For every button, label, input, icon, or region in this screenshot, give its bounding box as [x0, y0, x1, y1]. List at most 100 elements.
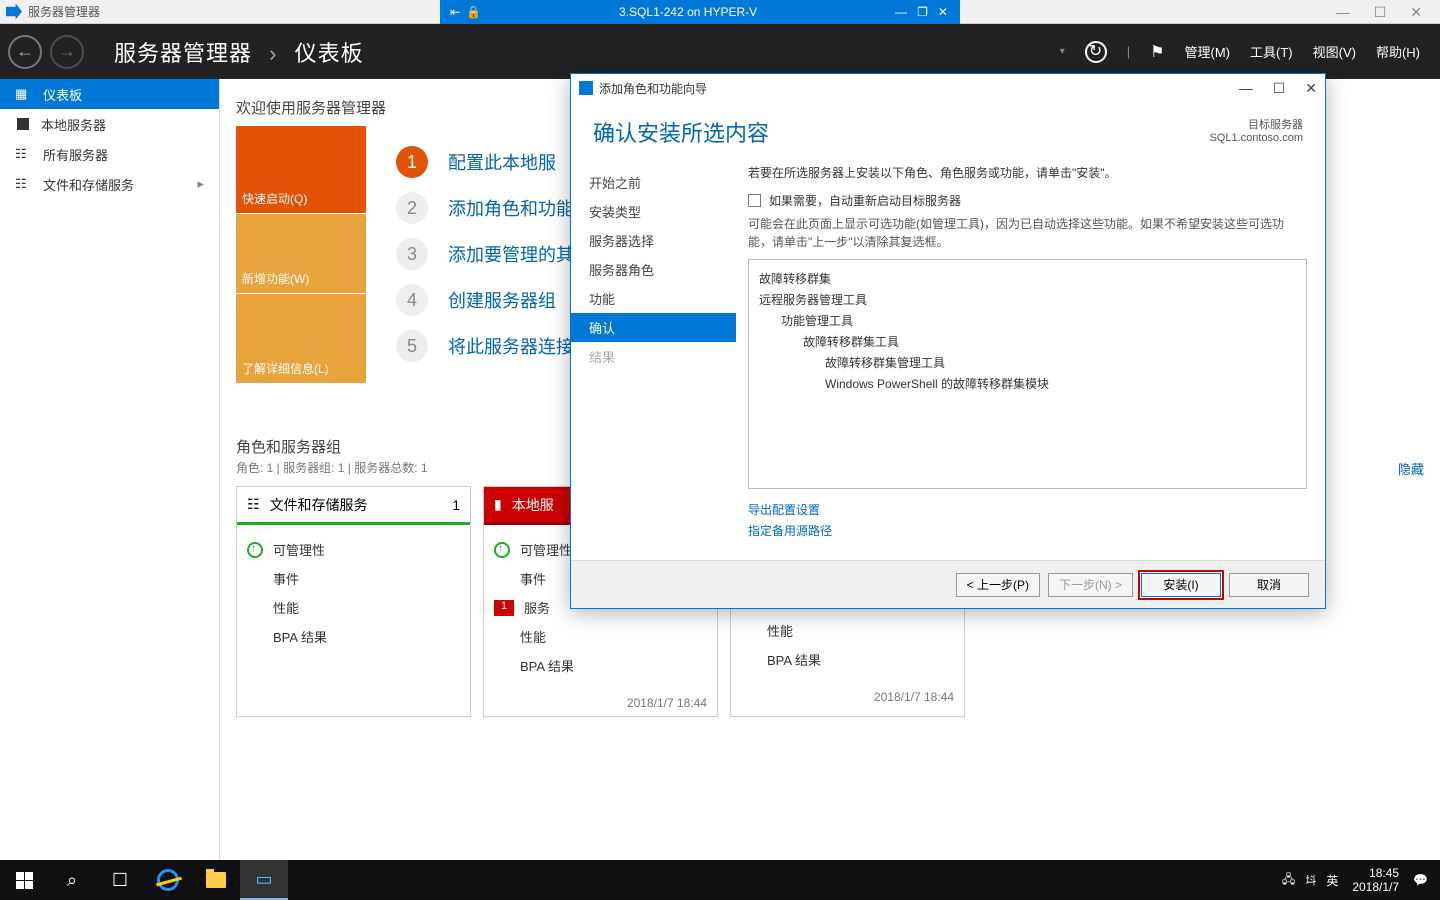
chevron-right-icon: ▸	[197, 176, 204, 192]
outer-window-controls: — ☐ ✕	[1318, 0, 1440, 24]
feature-item: 故障转移群集管理工具	[825, 352, 1296, 373]
restart-checkbox-row[interactable]: 如果需要，自动重新启动目标服务器	[748, 192, 1307, 209]
card-row-label[interactable]: 性能	[273, 598, 299, 617]
step-text: 添加角色和功能	[448, 195, 574, 221]
start-button[interactable]	[0, 860, 48, 900]
tile-label: 了解详细信息(L)	[242, 360, 329, 377]
card-row-label[interactable]: BPA 结果	[767, 650, 821, 669]
tile-learnmore[interactable]: 了解详细信息(L)	[236, 294, 366, 384]
header-menu: ▾ | ⚑ 管理(M) 工具(T) 视图(V) 帮助(H)	[1060, 41, 1440, 63]
wiz-nav-server[interactable]: 服务器选择	[571, 226, 736, 255]
wizard-icon	[579, 81, 593, 95]
tile-label: 新增功能(W)	[242, 270, 309, 287]
notifications-icon[interactable]: 💬	[1413, 873, 1428, 887]
sidebar-item-all-servers[interactable]: ☷所有服务器	[0, 139, 219, 169]
wizard-note: 可能会在此页面上显示可选功能(如管理工具)，因为已自动选择这些功能。如果不希望安…	[748, 215, 1307, 251]
card-row-label[interactable]: 可管理性	[520, 540, 572, 559]
wizard-close-icon[interactable]: ✕	[1305, 80, 1317, 97]
outer-close-icon[interactable]: ✕	[1410, 4, 1422, 21]
app-title: 服务器管理器	[28, 3, 100, 20]
ie-button[interactable]	[144, 860, 192, 900]
clock-time: 18:45	[1352, 866, 1399, 880]
network-icon[interactable]: 🖧	[1282, 870, 1295, 891]
wizard-titlebar[interactable]: 添加角色和功能向导 — ☐ ✕	[571, 74, 1325, 102]
sidebar-item-file-storage[interactable]: ☷ 文件和存储服务 ▸	[0, 169, 219, 199]
tile-whatsnew[interactable]: 新增功能(W)	[236, 214, 366, 294]
server-icon	[17, 118, 29, 130]
card-row-label[interactable]: 性能	[767, 621, 793, 640]
card-row-label[interactable]: 事件	[273, 569, 299, 588]
status-ok-icon	[494, 542, 510, 558]
error-badge: 1	[494, 600, 514, 616]
vm-title-bar[interactable]: ⇤🔒 3.SQL1-242 on HYPER-V — ❐ ✕	[440, 0, 960, 24]
feature-list[interactable]: 故障转移群集 远程服务器管理工具 功能管理工具 故障转移群集工具 故障转移群集管…	[748, 259, 1307, 489]
card-file-storage[interactable]: ☷文件和存储服务1 可管理性 事件 性能 BPA 结果	[236, 486, 471, 717]
search-icon: ⌕	[67, 870, 77, 891]
card-row-label[interactable]: BPA 结果	[273, 627, 327, 646]
dropdown-icon[interactable]: ▾	[1060, 46, 1065, 57]
explorer-button[interactable]	[192, 860, 240, 900]
alt-source-link[interactable]: 指定备用源路径	[748, 520, 1307, 541]
storage-icon: ☷	[15, 176, 31, 192]
menu-help[interactable]: 帮助(H)	[1376, 42, 1420, 61]
card-row-label[interactable]: BPA 结果	[520, 656, 574, 675]
tile-quickstart[interactable]: 快速启动(Q)	[236, 126, 366, 214]
wiz-nav-type[interactable]: 安装类型	[571, 197, 736, 226]
flag-icon[interactable]: ⚑	[1150, 42, 1164, 62]
menu-tools[interactable]: 工具(T)	[1250, 42, 1293, 61]
breadcrumb: 服务器管理器 › 仪表板	[114, 36, 364, 68]
ie-icon	[157, 869, 179, 891]
breadcrumb-root[interactable]: 服务器管理器	[114, 41, 252, 66]
export-settings-link[interactable]: 导出配置设置	[748, 499, 1307, 520]
outer-maximize-icon[interactable]: ☐	[1374, 4, 1387, 21]
sidebar-item-dashboard[interactable]: ▦仪表板	[0, 79, 219, 109]
feature-item: 远程服务器管理工具	[759, 289, 1296, 310]
card-row-label[interactable]: 可管理性	[273, 540, 325, 559]
clock-date: 2018/1/7	[1352, 880, 1399, 894]
feature-item: 故障转移群集工具	[803, 331, 1296, 352]
wizard-content: 若要在所选服务器上安装以下角色、角色服务或功能，请单击"安装"。 如果需要，自动…	[736, 158, 1325, 560]
wiz-nav-roles[interactable]: 服务器角色	[571, 255, 736, 284]
vm-minimize-icon[interactable]: —	[895, 5, 907, 19]
next-button: 下一步(N) >	[1048, 573, 1133, 597]
wizard-heading: 确认安装所选内容	[593, 116, 769, 148]
hide-link[interactable]: 隐藏	[1398, 459, 1424, 478]
sidebar-item-label: 仪表板	[43, 85, 82, 104]
ime-icon[interactable]: 㘰	[1305, 872, 1316, 888]
checkbox-label: 如果需要，自动重新启动目标服务器	[769, 192, 961, 209]
card-row-label[interactable]: 服务	[524, 598, 550, 617]
clock[interactable]: 18:45 2018/1/7	[1352, 866, 1399, 895]
checkbox[interactable]	[748, 194, 761, 207]
menu-manage[interactable]: 管理(M)	[1185, 42, 1231, 61]
nav-forward-button: →	[50, 35, 84, 69]
cancel-button[interactable]: 取消	[1229, 573, 1309, 597]
vm-nav-icons[interactable]: ⇤🔒	[450, 5, 481, 19]
wiz-nav-confirm[interactable]: 确认	[571, 313, 736, 342]
menu-view[interactable]: 视图(V)	[1313, 42, 1356, 61]
prev-button[interactable]: < 上一步(P)	[956, 573, 1040, 597]
sidebar-item-label: 本地服务器	[41, 115, 106, 134]
server-manager-taskbar[interactable]: ▭	[240, 860, 288, 900]
pin-icon[interactable]: 🔒	[466, 5, 481, 19]
sidebar-item-label: 文件和存储服务	[43, 175, 134, 194]
outer-minimize-icon[interactable]: —	[1336, 4, 1350, 20]
vm-restore-icon[interactable]: ❐	[917, 5, 928, 19]
card-row-label[interactable]: 事件	[520, 569, 546, 588]
taskview-icon: ☐	[112, 870, 128, 891]
nav-back-button[interactable]: ←	[8, 35, 42, 69]
taskview-button[interactable]: ☐	[96, 860, 144, 900]
install-button[interactable]: 安装(I)	[1141, 573, 1221, 597]
sidebar-item-local-server[interactable]: 本地服务器	[0, 109, 219, 139]
refresh-icon[interactable]	[1085, 41, 1107, 63]
ime-lang[interactable]: 英	[1326, 872, 1338, 889]
wizard-minimize-icon[interactable]: —	[1239, 80, 1253, 97]
search-button[interactable]: ⌕	[48, 860, 96, 900]
wiz-nav-before[interactable]: 开始之前	[571, 168, 736, 197]
wiz-nav-features[interactable]: 功能	[571, 284, 736, 313]
card-row-label[interactable]: 性能	[520, 627, 546, 646]
wizard-maximize-icon[interactable]: ☐	[1273, 80, 1286, 97]
vm-close-icon[interactable]: ✕	[938, 5, 948, 19]
card-title: 文件和存储服务	[270, 495, 368, 515]
add-roles-wizard: 添加角色和功能向导 — ☐ ✕ 确认安装所选内容 目标服务器 SQL1.cont…	[570, 73, 1326, 609]
server-manager-icon: ▭	[255, 869, 272, 890]
